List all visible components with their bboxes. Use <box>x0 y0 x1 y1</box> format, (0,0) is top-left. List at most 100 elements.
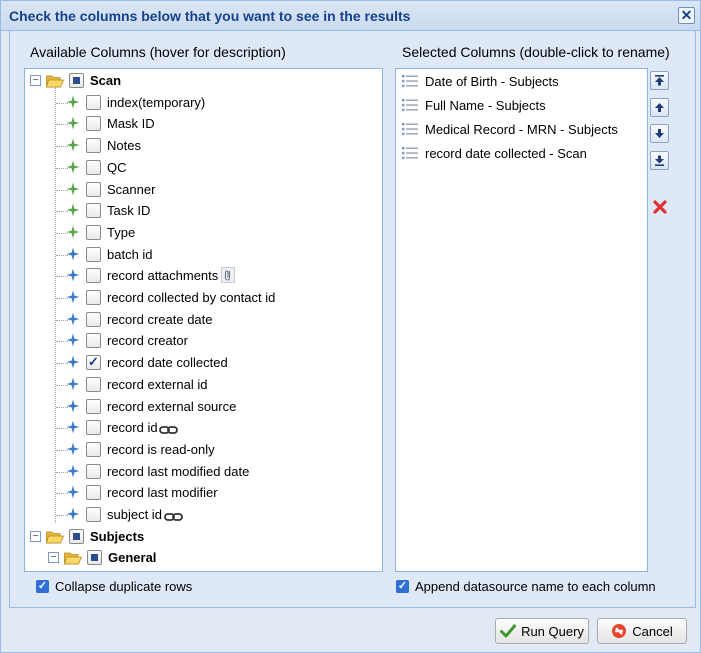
field-type-icon <box>66 95 80 109</box>
column-checkbox[interactable] <box>86 376 101 392</box>
move-down-icon <box>655 129 664 138</box>
folder-open-icon <box>64 552 82 565</box>
field-type-icon <box>66 182 80 196</box>
tree-item-scanner[interactable]: Scanner <box>25 179 382 201</box>
append-datasource-label: Append datasource name to each column <box>415 579 656 594</box>
column-checkbox[interactable] <box>86 398 101 414</box>
tree-item-record-last-modifier[interactable]: record last modifier <box>25 482 382 504</box>
column-label: record creator <box>107 333 188 349</box>
column-checkbox[interactable] <box>86 507 101 522</box>
tree-item-record-creator[interactable]: record creator <box>25 330 382 352</box>
collapse-duplicates-label: Collapse duplicate rows <box>55 579 193 594</box>
field-type-icon <box>66 312 80 326</box>
tree-item-record-external-source[interactable]: record external source <box>25 396 382 418</box>
tree-item-record-create-date[interactable]: record create date <box>25 309 382 331</box>
column-label: record last modified date <box>107 463 250 479</box>
field-type-icon <box>66 247 80 261</box>
collapse-duplicates-checkbox[interactable]: ✓ <box>36 580 49 593</box>
move-bottom-icon <box>655 155 664 166</box>
column-label: QC <box>107 159 127 175</box>
tree-node-subjects[interactable]: − Subjects <box>25 526 382 548</box>
tree-node-general[interactable]: − General <box>25 547 382 569</box>
tree-item-subject-id[interactable]: subject id <box>25 504 382 526</box>
selected-column-item[interactable]: record date collected - Scan <box>402 142 587 164</box>
collapse-toggle-icon[interactable]: − <box>30 75 41 86</box>
tree-item-index-temporary[interactable]: index(temporary) <box>25 92 382 114</box>
group-checkbox[interactable] <box>69 73 84 88</box>
collapse-toggle-icon[interactable]: − <box>48 552 59 564</box>
available-columns-header: Available Columns (hover for description… <box>30 44 286 60</box>
tree-item-type[interactable]: Type <box>25 222 382 244</box>
column-checkbox[interactable] <box>86 181 101 197</box>
remove-column-button[interactable] <box>650 199 669 218</box>
column-checkbox[interactable] <box>86 354 101 371</box>
tree-item-record-external-id[interactable]: record external id <box>25 374 382 396</box>
tree-item-record-date-collected[interactable]: record date collected <box>25 352 382 374</box>
group-checkbox[interactable] <box>87 550 102 566</box>
column-checkbox[interactable] <box>86 116 101 132</box>
green-star-icon <box>66 182 80 195</box>
selected-column-item[interactable]: Date of Birth - Subjects <box>402 70 559 92</box>
column-checkbox[interactable] <box>86 441 101 457</box>
selected-columns-list[interactable]: Date of Birth - Subjects Full Name - Subj… <box>395 68 648 572</box>
link-icon <box>159 423 179 438</box>
column-checkbox[interactable] <box>86 420 101 436</box>
tree-item-record-is-read-only[interactable]: record is read-only <box>25 439 382 461</box>
tree-item-record-id[interactable]: record id <box>25 417 382 439</box>
field-type-icon <box>66 485 80 499</box>
append-datasource-checkbox[interactable]: ✓ <box>396 580 409 593</box>
run-query-button[interactable]: Run Query <box>495 618 589 644</box>
cancel-button[interactable]: Cancel <box>597 618 687 644</box>
column-checkbox[interactable] <box>86 485 101 501</box>
column-checkbox[interactable] <box>86 224 101 240</box>
tree-item-record-attachments[interactable]: record attachments <box>25 265 382 287</box>
column-checkbox[interactable] <box>86 463 101 479</box>
group-checkbox[interactable] <box>69 528 84 544</box>
move-up-button[interactable] <box>650 98 669 117</box>
cancel-label: Cancel <box>632 623 673 639</box>
column-checkbox[interactable] <box>86 159 101 175</box>
move-top-button[interactable] <box>650 71 669 90</box>
available-columns-tree[interactable]: − Scan index(temporary) Mask ID Notes QC Scann… <box>24 68 383 572</box>
tree-item-qc[interactable]: QC <box>25 157 382 179</box>
group-label: General <box>108 550 157 566</box>
tree-item-batch-id[interactable]: batch id <box>25 244 382 266</box>
column-checkbox[interactable] <box>86 138 101 154</box>
tree-node-scan[interactable]: − Scan <box>25 70 382 92</box>
collapse-duplicates-option[interactable]: ✓ Collapse duplicate rows <box>36 579 192 594</box>
append-datasource-option[interactable]: ✓ Append datasource name to each column <box>396 579 656 594</box>
column-checkbox[interactable] <box>86 311 101 327</box>
selected-column-item[interactable]: Full Name - Subjects <box>402 94 546 116</box>
tree-item-task-id[interactable]: Task ID <box>25 200 382 222</box>
folder-open-icon <box>46 75 64 88</box>
blue-star-icon <box>66 399 80 412</box>
move-bottom-button[interactable] <box>650 151 669 170</box>
tree-item-partial[interactable] <box>25 569 382 571</box>
column-checkbox[interactable] <box>86 290 101 305</box>
column-label: record external id <box>107 376 208 392</box>
column-label: Scanner <box>107 181 156 197</box>
close-button[interactable]: ✕ <box>678 7 695 24</box>
tree-item-record-last-modified-date[interactable]: record last modified date <box>25 461 382 483</box>
selected-column-item[interactable]: Medical Record - MRN - Subjects <box>402 118 618 140</box>
field-type-icon <box>66 290 80 304</box>
column-checkbox[interactable] <box>86 203 101 219</box>
column-label: Notes <box>107 138 141 154</box>
blue-star-icon <box>66 377 80 391</box>
column-checkbox[interactable] <box>86 268 101 284</box>
tree-item-notes[interactable]: Notes <box>25 135 382 157</box>
column-checkbox[interactable] <box>86 333 101 349</box>
field-type-icon <box>66 464 80 478</box>
column-checkbox[interactable] <box>86 94 101 110</box>
field-type-icon <box>66 203 80 217</box>
column-checkbox[interactable] <box>86 246 101 262</box>
column-label: record collected by contact id <box>107 290 276 305</box>
folder <box>46 74 64 88</box>
folder-open-icon <box>46 531 64 544</box>
selected-column-label: Date of Birth - Subjects <box>425 73 559 89</box>
move-down-button[interactable] <box>650 124 669 143</box>
tree-item-mask-id[interactable]: Mask ID <box>25 113 382 135</box>
collapse-toggle-icon[interactable]: − <box>30 530 41 542</box>
tree-item-record-collected-by-contact-id[interactable]: record collected by contact id <box>25 287 382 309</box>
column-label: record external source <box>107 398 237 414</box>
